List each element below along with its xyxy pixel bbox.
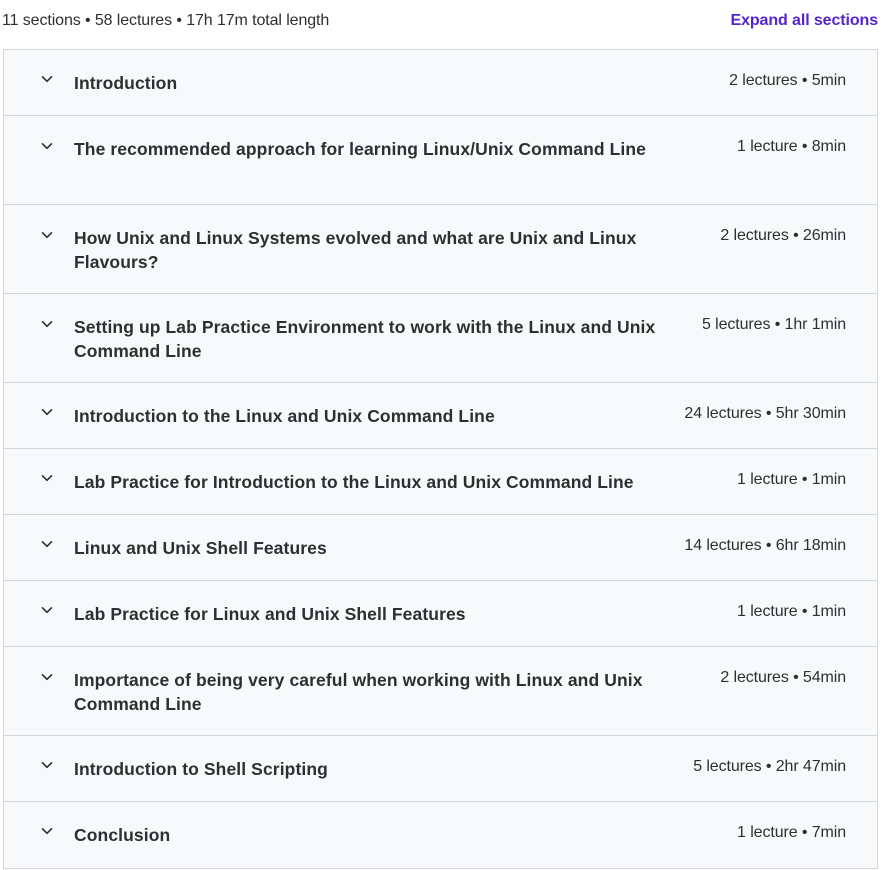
section-title: Setting up Lab Practice Environment to w… bbox=[74, 317, 656, 361]
section-title: Lab Practice for Introduction to the Lin… bbox=[74, 472, 634, 492]
chevron-down-icon bbox=[40, 537, 54, 551]
section-meta: 5 lectures • 2hr 47min bbox=[693, 758, 846, 775]
section-row[interactable]: Lab Practice for Introduction to the Lin… bbox=[4, 449, 877, 515]
section-title: Conclusion bbox=[74, 825, 171, 845]
chevron-down-icon bbox=[40, 72, 54, 86]
section-title: How Unix and Linux Systems evolved and w… bbox=[74, 228, 637, 272]
section-meta: 2 lectures • 26min bbox=[720, 227, 846, 244]
section-title: The recommended approach for learning Li… bbox=[74, 139, 647, 159]
section-row[interactable]: Setting up Lab Practice Environment to w… bbox=[4, 294, 877, 383]
section-meta: 2 lectures • 54min bbox=[720, 669, 846, 686]
section-row[interactable]: Conclusion 1 lecture • 7min bbox=[4, 802, 877, 868]
section-meta: 2 lectures • 5min bbox=[729, 72, 846, 89]
section-meta: 1 lecture • 7min bbox=[737, 824, 846, 841]
chevron-down-icon bbox=[40, 317, 54, 331]
section-row[interactable]: How Unix and Linux Systems evolved and w… bbox=[4, 205, 877, 294]
section-row[interactable]: Importance of being very careful when wo… bbox=[4, 647, 877, 736]
section-title: Introduction bbox=[74, 73, 178, 93]
section-row[interactable]: Introduction to Shell Scripting 5 lectur… bbox=[4, 736, 877, 802]
expand-all-sections-button[interactable]: Expand all sections bbox=[731, 12, 879, 30]
section-row[interactable]: Linux and Unix Shell Features 14 lecture… bbox=[4, 515, 877, 581]
chevron-down-icon bbox=[40, 471, 54, 485]
section-title: Lab Practice for Linux and Unix Shell Fe… bbox=[74, 604, 466, 624]
course-summary: 11 sections • 58 lectures • 17h 17m tota… bbox=[2, 12, 330, 29]
chevron-down-icon bbox=[40, 228, 54, 242]
section-row[interactable]: Introduction 2 lectures • 5min bbox=[4, 50, 877, 116]
chevron-down-icon bbox=[40, 405, 54, 419]
section-meta: 1 lecture • 8min bbox=[737, 138, 846, 155]
section-meta: 24 lectures • 5hr 30min bbox=[684, 405, 846, 422]
section-meta: 5 lectures • 1hr 1min bbox=[701, 316, 846, 333]
curriculum-sections: Introduction 2 lectures • 5min The recom… bbox=[3, 49, 878, 869]
section-row[interactable]: The recommended approach for learning Li… bbox=[4, 116, 877, 205]
section-meta: 1 lecture • 1min bbox=[737, 603, 846, 620]
section-title: Importance of being very careful when wo… bbox=[74, 670, 643, 714]
section-row[interactable]: Introduction to the Linux and Unix Comma… bbox=[4, 383, 877, 449]
chevron-down-icon bbox=[40, 139, 54, 153]
section-meta: 14 lectures • 6hr 18min bbox=[684, 537, 846, 554]
section-row[interactable]: Lab Practice for Linux and Unix Shell Fe… bbox=[4, 581, 877, 647]
section-title: Introduction to the Linux and Unix Comma… bbox=[74, 406, 495, 426]
section-title: Linux and Unix Shell Features bbox=[74, 538, 327, 558]
section-title: Introduction to Shell Scripting bbox=[74, 759, 328, 779]
chevron-down-icon bbox=[40, 824, 54, 838]
chevron-down-icon bbox=[40, 670, 54, 684]
chevron-down-icon bbox=[40, 758, 54, 772]
section-meta: 1 lecture • 1min bbox=[737, 471, 846, 488]
curriculum-header: 11 sections • 58 lectures • 17h 17m tota… bbox=[0, 0, 881, 49]
chevron-down-icon bbox=[40, 603, 54, 617]
